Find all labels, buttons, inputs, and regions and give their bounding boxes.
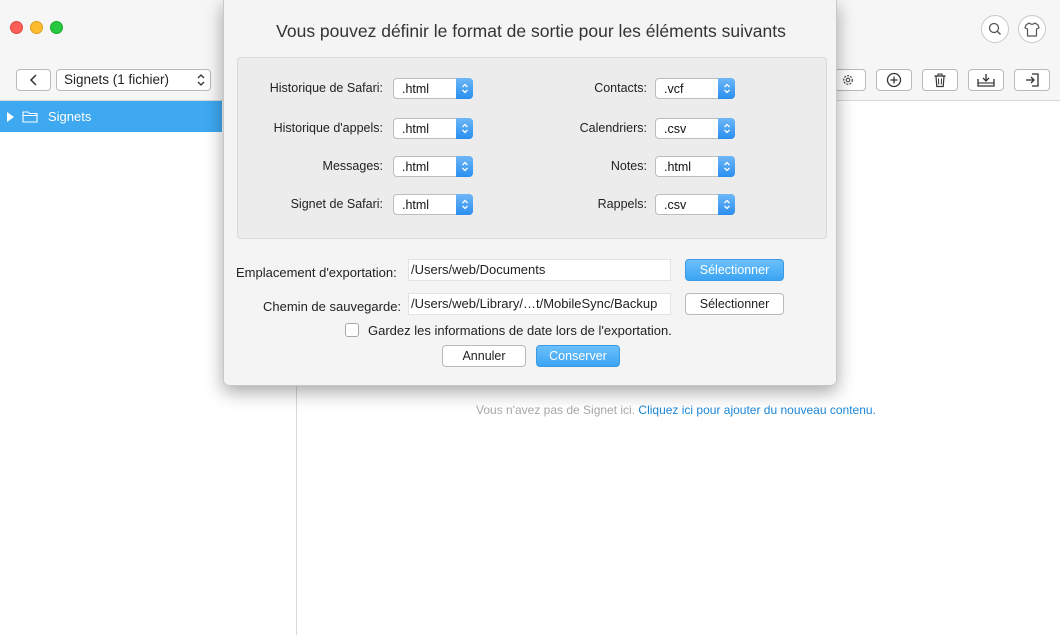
dialog-title: Vous pouvez définir le format de sortie … (276, 21, 786, 41)
contacts-format-select[interactable]: .vcf (655, 78, 735, 99)
empty-state-message: Vous n'avez pas de Signet ici. Cliquez i… (476, 403, 876, 417)
cancel-button[interactable]: Annuler (442, 345, 526, 367)
export-location-field[interactable]: /Users/web/Documents (408, 259, 671, 281)
tshirt-icon (1024, 21, 1040, 37)
safari-history-format-select[interactable]: .html (393, 78, 473, 99)
sidebar-item-signets[interactable]: Signets (0, 101, 222, 132)
messages-format-value: .html (402, 160, 430, 174)
disclosure-triangle-icon[interactable] (7, 111, 14, 122)
calendars-format-value: .csv (664, 122, 687, 136)
updown-arrows-icon (456, 194, 473, 215)
sidebar-item-label: Signets (48, 109, 92, 124)
add-content-link[interactable]: Cliquez ici pour ajouter du nouveau cont… (638, 403, 876, 417)
maximize-window-button[interactable] (50, 21, 63, 34)
keep-date-checkbox[interactable] (345, 323, 359, 337)
call-history-label: Historique d'appels: (273, 121, 383, 135)
updown-arrows-icon (456, 78, 473, 99)
skin-button[interactable] (1018, 15, 1046, 43)
reminders-format-value: .csv (664, 198, 687, 212)
updown-arrows-icon (718, 78, 735, 99)
to-device-button[interactable] (968, 69, 1004, 91)
updown-arrows-icon (456, 118, 473, 139)
notes-label: Notes: (610, 159, 647, 173)
add-button[interactable] (876, 69, 912, 91)
download-icon (977, 74, 995, 87)
safari-history-format-value: .html (402, 82, 430, 96)
back-button[interactable] (16, 69, 51, 91)
safari-bookmark-format-value: .html (402, 198, 430, 212)
export-location-label: Emplacement d'exportation: (236, 265, 397, 280)
updown-arrows-icon (718, 118, 735, 139)
close-window-button[interactable] (10, 21, 23, 34)
add-icon (886, 72, 902, 88)
delete-button[interactable] (922, 69, 958, 91)
backup-path-label: Chemin de sauvegarde: (263, 299, 402, 314)
updown-arrows-icon (718, 194, 735, 215)
calendars-format-select[interactable]: .csv (655, 118, 735, 139)
folder-icon (22, 111, 38, 123)
messages-label: Messages: (322, 159, 383, 173)
export-button[interactable] (1014, 69, 1050, 91)
contacts-format-value: .vcf (664, 82, 684, 96)
safari-bookmark-format-select[interactable]: .html (393, 194, 473, 215)
chevron-left-icon (29, 74, 37, 86)
notes-format-select[interactable]: .html (655, 156, 735, 177)
save-button[interactable]: Conserver (536, 345, 620, 367)
empty-state-text: Vous n'avez pas de Signet ici. (476, 403, 636, 417)
format-panel: Historique de Safari: .html Historique d… (237, 57, 827, 239)
category-select[interactable]: Signets (1 fichier) (56, 69, 211, 91)
export-icon (1026, 73, 1039, 87)
updown-arrows-icon (197, 74, 205, 86)
contacts-label: Contacts: (594, 81, 647, 95)
reminders-format-select[interactable]: .csv (655, 194, 735, 215)
call-history-format-value: .html (402, 122, 430, 136)
calendars-label: Calendriers: (579, 121, 647, 135)
updown-arrows-icon (456, 156, 473, 177)
gear-icon (843, 75, 853, 85)
call-history-format-select[interactable]: .html (393, 118, 473, 139)
select-backup-path-button[interactable]: Sélectionner (685, 293, 784, 315)
minimize-window-button[interactable] (30, 21, 43, 34)
search-button[interactable] (981, 15, 1009, 43)
messages-format-select[interactable]: .html (393, 156, 473, 177)
export-format-dialog: Vous pouvez définir le format de sortie … (223, 0, 837, 386)
backup-path-field[interactable]: /Users/web/Library/…t/MobileSync/Backup (408, 293, 671, 315)
search-icon (988, 22, 1001, 35)
select-export-location-button[interactable]: Sélectionner (685, 259, 784, 281)
safari-bookmark-label: Signet de Safari: (290, 197, 383, 211)
reminders-label: Rappels: (597, 197, 647, 211)
category-select-value: Signets (1 fichier) (64, 72, 170, 87)
safari-history-label: Historique de Safari: (269, 81, 383, 95)
notes-format-value: .html (664, 160, 692, 174)
updown-arrows-icon (718, 156, 735, 177)
trash-icon (934, 73, 946, 87)
keep-date-label: Gardez les informations de date lors de … (368, 323, 672, 338)
